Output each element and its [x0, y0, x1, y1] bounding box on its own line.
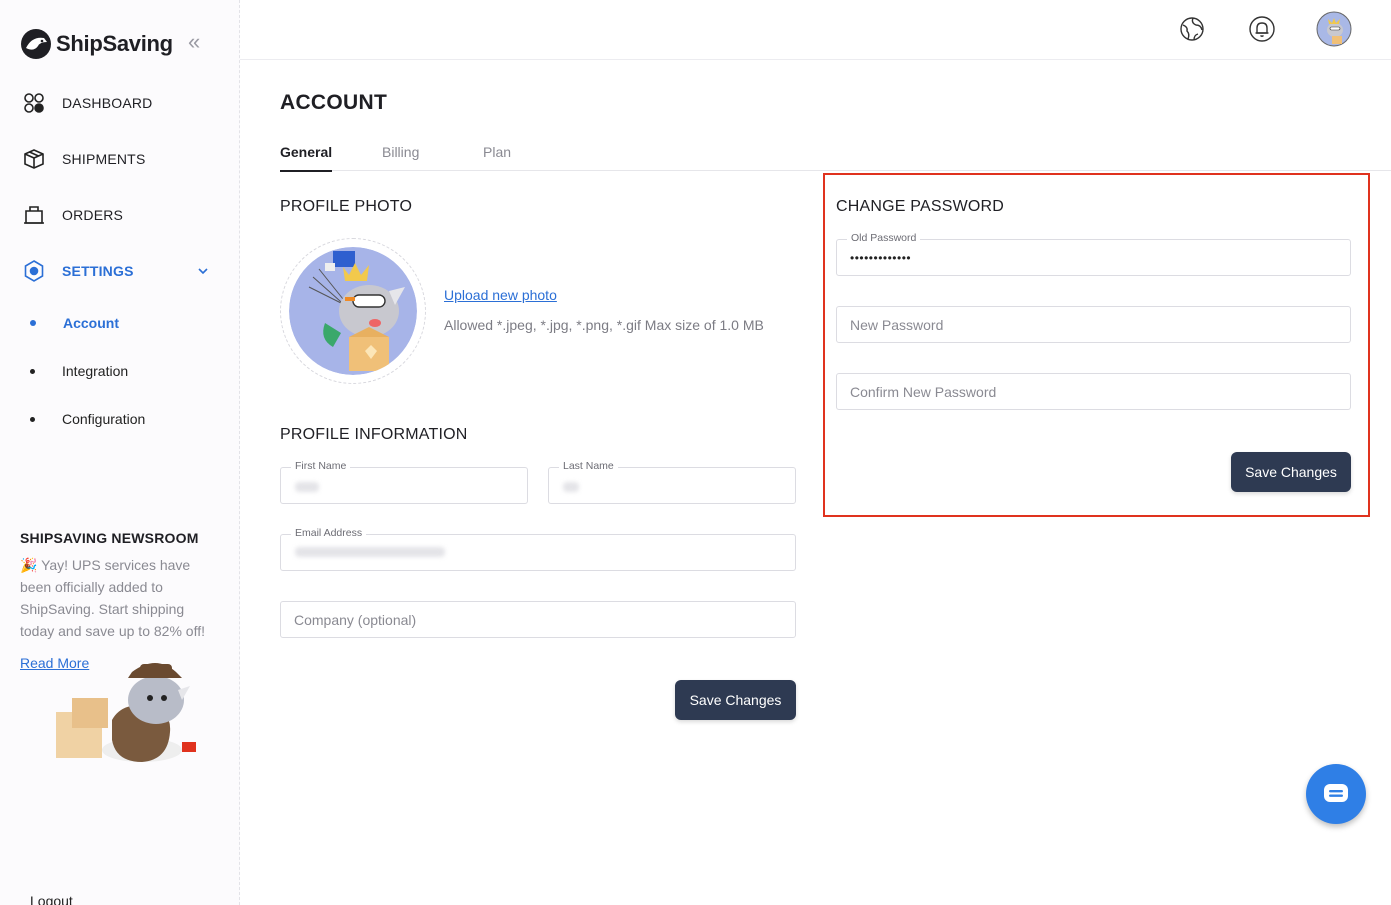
- brand-name: ShipSaving: [56, 31, 173, 56]
- logo-icon: [21, 29, 51, 59]
- brand-logo[interactable]: ShipSaving: [20, 28, 173, 60]
- bullet: [30, 368, 35, 374]
- redacted-value: [563, 482, 579, 492]
- rhino-explorer-illustration: [56, 663, 196, 762]
- profile-photo-image: [289, 247, 417, 375]
- app-root: ShipSaving « DASHBOARD SHIPMENTS ORDERS: [0, 0, 1391, 905]
- new-password-field[interactable]: [836, 306, 1351, 343]
- first-name-field[interactable]: First Name: [280, 460, 528, 504]
- company-field[interactable]: [280, 601, 796, 638]
- sidebar-subitem-label: Integration: [62, 363, 129, 379]
- confirm-password-input[interactable]: [850, 374, 1337, 409]
- save-password-button[interactable]: Save Changes: [1231, 452, 1351, 492]
- sidebar-item-settings[interactable]: SETTINGS: [22, 257, 134, 285]
- page-title: ACCOUNT: [280, 91, 388, 114]
- newsroom-text: 🎉 Yay! UPS services have been officially…: [20, 557, 205, 639]
- sidebar-item-label: SHIPMENTS: [62, 151, 146, 167]
- sidebar-item-dashboard[interactable]: DASHBOARD: [22, 89, 152, 117]
- bell-icon[interactable]: [1247, 14, 1277, 44]
- tab-bar: General Billing Plan: [280, 133, 1391, 172]
- tab-billing[interactable]: Billing: [382, 144, 419, 170]
- logout-link[interactable]: Logout: [30, 893, 73, 905]
- bullet: [30, 320, 36, 326]
- redacted-value: [295, 547, 445, 557]
- newsroom: SHIPSAVING NEWSROOM 🎉 Yay! UPS services …: [20, 530, 220, 642]
- change-password-title: CHANGE PASSWORD: [836, 198, 1005, 215]
- new-password-input[interactable]: [850, 307, 1337, 342]
- topbar: [240, 0, 1391, 60]
- chat-icon: [1324, 784, 1348, 802]
- sidebar-subitem-account[interactable]: Account: [30, 315, 119, 331]
- redacted-value: [295, 482, 319, 492]
- orders-icon: [24, 206, 44, 224]
- save-profile-button[interactable]: Save Changes: [675, 680, 796, 720]
- sidebar-subitem-integration[interactable]: Integration: [30, 363, 128, 379]
- chat-button[interactable]: [1306, 764, 1366, 824]
- upload-hint: Allowed *.jpeg, *.jpg, *.png, *.gif Max …: [444, 317, 764, 333]
- sidebar-subitem-label: Configuration: [62, 411, 146, 427]
- dashboard-icon: [24, 93, 44, 113]
- old-password-field[interactable]: Old Password: [836, 232, 1351, 276]
- email-label: Email Address: [291, 527, 367, 539]
- profile-photo-title: PROFILE PHOTO: [280, 198, 413, 215]
- tab-general[interactable]: General: [280, 144, 333, 172]
- sidebar: ShipSaving « DASHBOARD SHIPMENTS ORDERS: [0, 0, 240, 905]
- settings-icon: [24, 260, 44, 282]
- collapse-icon[interactable]: «: [188, 31, 210, 54]
- sidebar-item-label: DASHBOARD: [62, 95, 153, 111]
- shipments-icon: [24, 149, 44, 169]
- profile-info-title: PROFILE INFORMATION: [280, 426, 468, 443]
- newsroom-title: SHIPSAVING NEWSROOM: [20, 530, 199, 546]
- user-avatar[interactable]: [1316, 11, 1352, 47]
- chevron-down-icon[interactable]: [196, 264, 210, 278]
- profile-photo[interactable]: [280, 238, 426, 384]
- sidebar-item-label: ORDERS: [62, 207, 124, 223]
- globe-icon[interactable]: [1177, 14, 1207, 44]
- sidebar-item-shipments[interactable]: SHIPMENTS: [22, 145, 145, 173]
- tab-plan[interactable]: Plan: [483, 144, 511, 170]
- sidebar-item-orders[interactable]: ORDERS: [22, 201, 123, 229]
- sidebar-item-label: SETTINGS: [62, 263, 134, 279]
- old-password-input[interactable]: [850, 240, 1337, 275]
- last-name-field[interactable]: Last Name: [548, 460, 796, 504]
- confirm-password-field[interactable]: [836, 373, 1351, 410]
- last-name-label: Last Name: [559, 460, 618, 472]
- bullet: [30, 416, 35, 422]
- sidebar-subitem-configuration[interactable]: Configuration: [30, 411, 145, 427]
- first-name-label: First Name: [291, 460, 351, 472]
- email-field[interactable]: Email Address: [280, 527, 796, 571]
- company-input[interactable]: [294, 602, 782, 637]
- upload-photo-link[interactable]: Upload new photo: [444, 287, 557, 303]
- sidebar-subitem-label: Account: [63, 315, 119, 331]
